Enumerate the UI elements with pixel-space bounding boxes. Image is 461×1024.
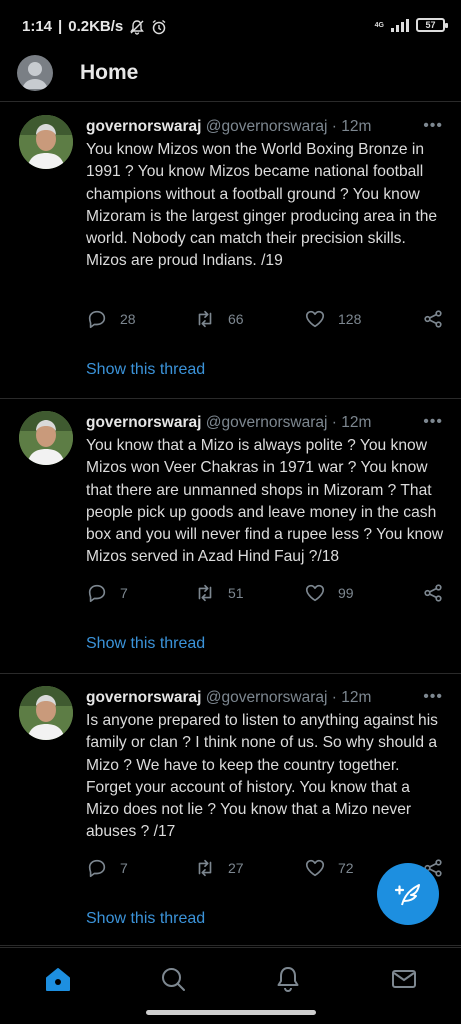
retweet-count: 27 — [228, 860, 244, 876]
share-button[interactable] — [422, 308, 444, 330]
more-icon[interactable]: ••• — [423, 117, 443, 135]
mute-icon — [130, 19, 145, 35]
reply-button[interactable]: 7 — [86, 582, 128, 604]
reply-icon — [88, 584, 106, 603]
share-icon — [424, 584, 442, 602]
more-icon[interactable]: ••• — [423, 413, 443, 431]
more-icon[interactable]: ••• — [423, 688, 443, 706]
network-type: 4G — [374, 21, 384, 29]
retweet-icon — [198, 310, 212, 328]
tweet-body: governorswaraj @governorswaraj · 12m •••… — [86, 117, 447, 273]
retweet-count: 66 — [228, 311, 244, 327]
reply-count: 7 — [120, 860, 128, 876]
tweet-header: governorswaraj @governorswaraj · 12m — [86, 117, 447, 137]
status-speed: 0.2KB/s — [68, 18, 124, 35]
dot-separator: · — [331, 118, 337, 135]
show-thread-link[interactable]: Show this thread — [86, 361, 205, 379]
retweet-button[interactable]: 66 — [194, 308, 244, 330]
tweet-actions: 7 51 99 — [86, 582, 446, 606]
status-separator: | — [58, 18, 63, 35]
retweet-icon — [198, 859, 212, 877]
retweet-icon — [198, 584, 212, 602]
timeline-feed: governorswaraj @governorswaraj · 12m •••… — [0, 103, 461, 946]
status-left: 1:14 | 0.2KB/s — [22, 18, 167, 35]
alarm-icon — [152, 19, 166, 34]
author-name[interactable]: governorswaraj — [86, 689, 201, 706]
share-icon — [424, 310, 442, 328]
tweet-text: You know Mizos won the World Boxing Bron… — [86, 141, 438, 270]
notifications-icon — [277, 967, 299, 992]
default-avatar-icon — [22, 62, 48, 89]
tweet-time: 12m — [341, 118, 372, 135]
tweet-header: governorswaraj @governorswaraj · 12m — [86, 688, 447, 708]
heart-icon — [305, 859, 325, 877]
author-avatar[interactable] — [19, 686, 73, 740]
show-thread-link[interactable]: Show this thread — [86, 910, 205, 928]
author-avatar[interactable] — [19, 411, 73, 465]
reply-button[interactable]: 7 — [86, 857, 128, 879]
author-name[interactable]: governorswaraj — [86, 414, 201, 431]
like-button[interactable]: 128 — [304, 308, 361, 330]
author-photo — [19, 411, 73, 465]
share-button[interactable] — [422, 582, 444, 604]
nav-notifications[interactable] — [273, 964, 303, 994]
battery-level: 57 — [425, 20, 436, 30]
author-name[interactable]: governorswaraj — [86, 118, 201, 135]
author-avatar[interactable] — [19, 115, 73, 169]
compose-tweet-icon — [394, 884, 420, 906]
status-time: 1:14 — [22, 18, 53, 35]
reply-icon — [88, 859, 106, 878]
profile-avatar[interactable] — [17, 55, 53, 91]
tweet-header: governorswaraj @governorswaraj · 12m — [86, 413, 447, 433]
heart-icon — [305, 310, 325, 328]
battery-indicator: 57 — [416, 18, 448, 32]
like-count: 128 — [338, 311, 362, 327]
home-icon — [46, 968, 70, 991]
author-handle: @governorswaraj — [205, 414, 328, 431]
tweet-time: 12m — [341, 414, 372, 431]
retweet-button[interactable]: 27 — [194, 857, 244, 879]
like-count: 72 — [338, 860, 354, 876]
reply-icon — [88, 310, 106, 329]
author-handle: @governorswaraj — [205, 689, 328, 706]
dot-separator: · — [331, 689, 337, 706]
page-title: Home — [80, 61, 139, 84]
tweet-body: governorswaraj @governorswaraj · 12m •••… — [86, 688, 447, 844]
author-photo — [19, 115, 73, 169]
like-button[interactable]: 99 — [304, 582, 354, 604]
tweet-time: 12m — [341, 689, 372, 706]
top-app-bar: Home — [0, 52, 461, 102]
reply-button[interactable]: 28 — [86, 308, 136, 330]
tweet-body: governorswaraj @governorswaraj · 12m •••… — [86, 413, 447, 569]
reply-count: 7 — [120, 585, 128, 601]
heart-icon — [305, 584, 325, 602]
tweet-text: Is anyone prepared to listen to anything… — [86, 712, 438, 841]
author-handle: @governorswaraj — [205, 118, 328, 135]
tweet-actions: 28 66 128 — [86, 308, 446, 332]
author-photo — [19, 686, 73, 740]
tweet[interactable]: governorswaraj @governorswaraj · 12m •••… — [0, 399, 461, 674]
retweet-count: 51 — [228, 585, 244, 601]
status-right: 4G 57 — [374, 18, 448, 32]
nav-home[interactable] — [43, 964, 73, 994]
like-count: 99 — [338, 585, 354, 601]
nav-search[interactable] — [158, 964, 188, 994]
compose-tweet-button[interactable] — [377, 863, 439, 925]
show-thread-link[interactable]: Show this thread — [86, 635, 205, 653]
dot-separator: · — [331, 414, 337, 431]
like-button[interactable]: 72 — [304, 857, 354, 879]
search-icon — [162, 968, 185, 991]
messages-icon — [392, 970, 416, 988]
tweet[interactable]: governorswaraj @governorswaraj · 12m •••… — [0, 103, 461, 399]
home-indicator — [146, 1010, 316, 1015]
reply-count: 28 — [120, 311, 136, 327]
signal-icon — [391, 19, 409, 32]
retweet-button[interactable]: 51 — [194, 582, 244, 604]
tweet-text: You know that a Mizo is always polite ? … — [86, 437, 444, 566]
status-bar: 1:14 | 0.2KB/s 4G 57 — [0, 0, 461, 52]
nav-messages[interactable] — [389, 964, 419, 994]
